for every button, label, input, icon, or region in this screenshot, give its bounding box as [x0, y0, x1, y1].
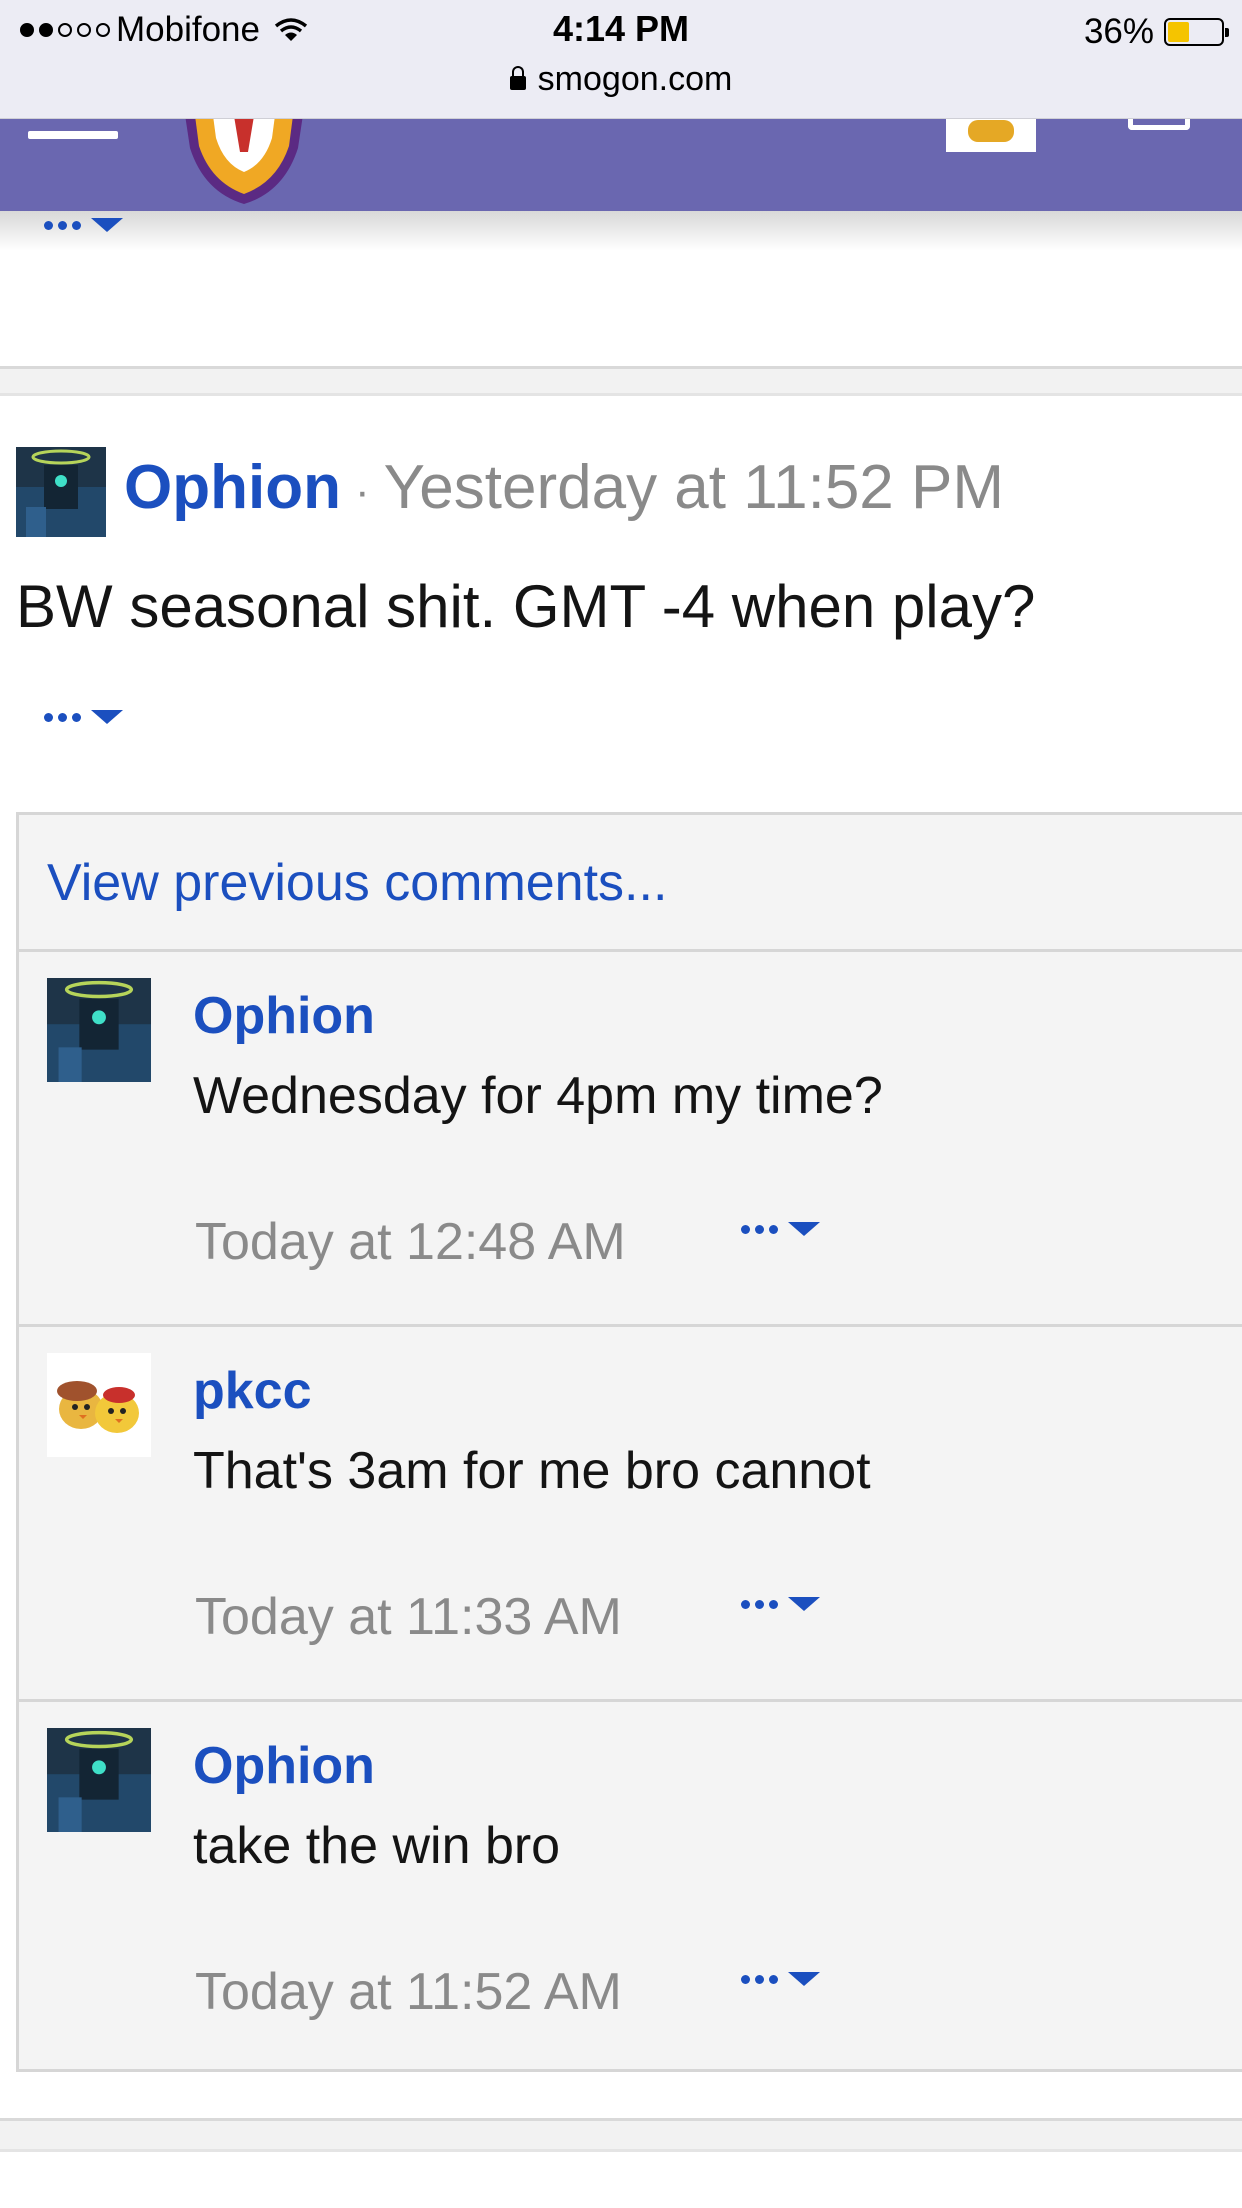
- hamburger-icon[interactable]: [28, 131, 118, 139]
- comment-author-link[interactable]: Ophion: [193, 986, 375, 1046]
- more-options-icon: [44, 712, 81, 722]
- comment-text: That's 3am for me bro cannot: [193, 1442, 871, 1500]
- comment-timestamp[interactable]: Today at 11:52 AM: [195, 1962, 622, 2022]
- view-previous-comments-link[interactable]: View previous comments...: [47, 853, 667, 913]
- site-nav-bar: [0, 108, 1242, 211]
- comment-item: Ophion take the win bro Today at 11:52 A…: [19, 1702, 1242, 2074]
- more-options-icon: [741, 1224, 778, 1234]
- comment-more-options-button[interactable]: [741, 1222, 820, 1236]
- comment-author-link[interactable]: pkcc: [193, 1361, 312, 1421]
- chevron-down-icon: [91, 710, 123, 724]
- chevron-down-icon: [788, 1972, 820, 1986]
- comment-text: Wednesday for 4pm my time?: [193, 1067, 883, 1125]
- post-timestamp[interactable]: Yesterday at 11:52 PM: [384, 453, 1004, 522]
- battery-percent: 36%: [1083, 12, 1154, 51]
- chevron-down-icon: [91, 218, 123, 232]
- post-body: BW seasonal shit. GMT -4 when play?: [16, 573, 1036, 640]
- status-bar: Mobifone 4:14 PM smogon.com 36%: [0, 0, 1242, 119]
- chevron-down-icon: [788, 1597, 820, 1611]
- address-bar[interactable]: smogon.com: [0, 60, 1242, 99]
- post-separator: [0, 366, 1242, 396]
- post-author-link[interactable]: Ophion: [124, 453, 341, 522]
- more-options-icon: [741, 1599, 778, 1609]
- comment-timestamp[interactable]: Today at 12:48 AM: [195, 1212, 626, 1272]
- comment-more-options-button[interactable]: [741, 1972, 820, 1986]
- battery-area: 36%: [1083, 12, 1229, 52]
- pkcc-avatar[interactable]: [47, 1353, 151, 1457]
- battery-icon: [1164, 18, 1229, 46]
- smogon-logo[interactable]: [176, 108, 312, 204]
- url-text: smogon.com: [537, 60, 733, 98]
- account-menu-icon[interactable]: [1128, 118, 1190, 130]
- more-options-icon: [44, 220, 81, 230]
- ophion-avatar[interactable]: [16, 447, 106, 537]
- chevron-down-icon: [788, 1222, 820, 1236]
- comment-item: Ophion Wednesday for 4pm my time? Today …: [19, 952, 1242, 1324]
- comment-more-options-button[interactable]: [741, 1597, 820, 1611]
- post-header: Ophion · Yesterday at 11:52 PM: [124, 452, 1004, 523]
- comment-author-link[interactable]: Ophion: [193, 1736, 375, 1796]
- lock-icon: [509, 65, 526, 90]
- ophion-avatar[interactable]: [47, 978, 151, 1082]
- clock: 4:14 PM: [552, 8, 690, 49]
- comment-item: pkcc That's 3am for me bro cannot Today …: [19, 1327, 1242, 1699]
- comments-box: View previous comments... Ophion Wednesd…: [16, 812, 1242, 2072]
- ophion-avatar[interactable]: [47, 1728, 151, 1832]
- comment-text: take the win bro: [193, 1817, 561, 1875]
- nav-shadow: [0, 211, 1242, 251]
- post-more-options-button[interactable]: [44, 710, 123, 724]
- more-options-icon: [741, 1974, 778, 1984]
- user-avatar[interactable]: [946, 118, 1036, 152]
- comment-timestamp[interactable]: Today at 11:33 AM: [195, 1587, 622, 1647]
- header-separator: ·: [354, 466, 370, 516]
- more-options-button[interactable]: [44, 218, 123, 232]
- post-separator: [0, 2118, 1242, 2152]
